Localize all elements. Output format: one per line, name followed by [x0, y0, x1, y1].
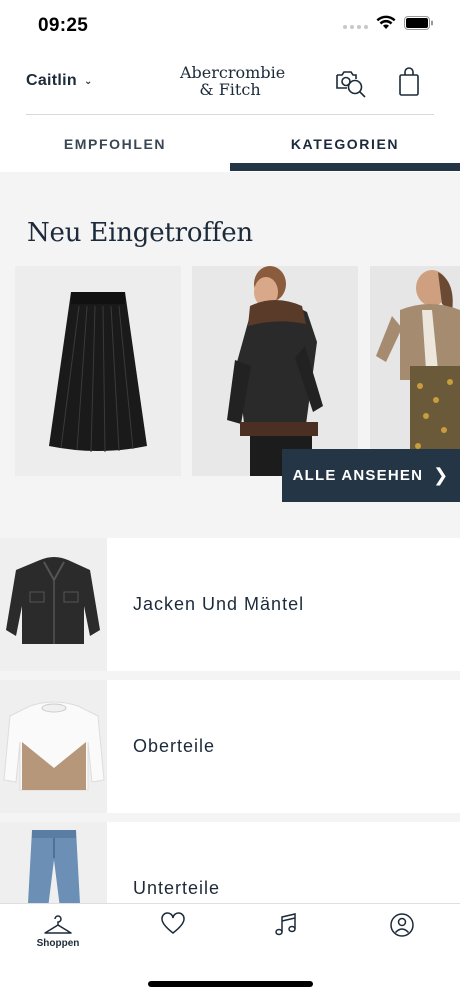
category-label: Oberteile	[133, 736, 216, 756]
product-card-skirt[interactable]	[15, 266, 181, 476]
category-label: Jacken Und Mäntel	[133, 594, 305, 614]
category-row-jackets[interactable]: Jacken Und Mäntel	[0, 538, 460, 671]
logo-line-1: Abercrombie	[180, 63, 286, 82]
status-time: 09:25	[38, 15, 89, 36]
tab-bar: EMPFOHLEN KATEGORIEN	[0, 116, 460, 172]
nav-account[interactable]	[362, 912, 442, 938]
nav-music[interactable]	[246, 912, 326, 938]
hanger-icon	[44, 915, 72, 934]
heart-icon	[161, 912, 185, 934]
category-label: Unterteile	[133, 878, 221, 898]
wifi-icon	[376, 15, 396, 30]
nav-shop-label: Shoppen	[36, 938, 80, 949]
brand-logo[interactable]: Abercrombie & Fitch	[180, 63, 286, 99]
app-header: Caitlin ⌄ Abercrombie & Fitch	[0, 50, 460, 115]
jeans-image	[0, 822, 107, 903]
tab-empfohlen[interactable]: EMPFOHLEN	[0, 116, 230, 172]
user-name: Caitlin	[26, 72, 77, 89]
home-indicator	[148, 981, 313, 987]
chevron-down-icon: ⌄	[84, 75, 93, 87]
shopping-bag-icon[interactable]	[396, 66, 422, 98]
status-icons	[343, 15, 434, 30]
account-icon	[390, 913, 414, 937]
category-thumbnail	[0, 680, 107, 813]
chevron-right-icon: ❯	[433, 465, 450, 485]
sweater-image	[0, 680, 107, 813]
coat-model-image	[370, 266, 460, 476]
header-divider	[26, 114, 434, 115]
nav-shop[interactable]: Shoppen	[18, 912, 98, 949]
product-card-coat[interactable]	[370, 266, 460, 476]
see-all-label: ALLE ANSEHEN	[292, 467, 424, 484]
skirt-image	[15, 266, 181, 476]
user-menu[interactable]: Caitlin ⌄	[26, 72, 93, 90]
section-title: Neu Eingetroffen	[27, 218, 253, 248]
category-row-bottoms[interactable]: Unterteile	[0, 822, 460, 903]
music-icon	[275, 913, 296, 936]
jacket-model-image	[192, 266, 358, 476]
category-thumbnail	[0, 538, 107, 671]
battery-icon	[404, 15, 434, 30]
status-bar: 09:25	[0, 0, 460, 50]
logo-line-2: & Fitch	[199, 80, 261, 99]
see-all-button[interactable]: ALLE ANSEHEN ❯	[282, 449, 460, 502]
category-thumbnail	[0, 822, 107, 903]
product-card-jacket[interactable]	[192, 266, 358, 476]
nav-wishlist[interactable]	[133, 912, 213, 936]
cellular-signal-icon	[343, 17, 368, 29]
denim-jacket-image	[0, 538, 107, 671]
camera-search-icon[interactable]	[334, 66, 368, 100]
category-row-tops[interactable]: Oberteile	[0, 680, 460, 813]
main-content[interactable]: Neu Eingetroffen ALLE ANSEHEN ❯ Jacken U…	[0, 172, 460, 903]
active-tab-indicator	[230, 163, 460, 171]
